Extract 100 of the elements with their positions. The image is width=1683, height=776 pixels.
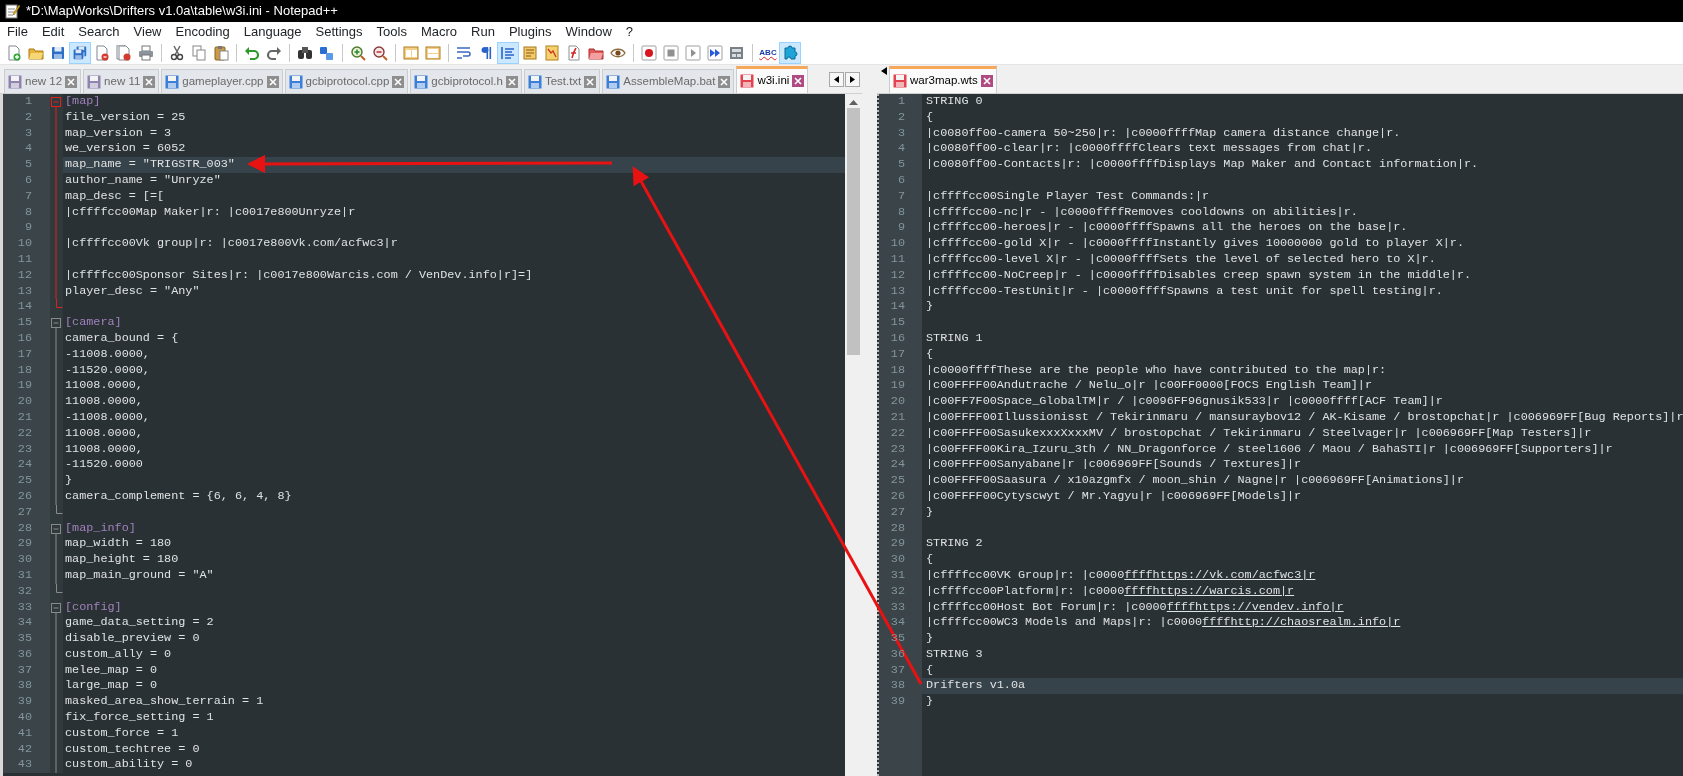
save-all-icon[interactable] <box>72 45 88 61</box>
redo-icon[interactable] <box>266 45 282 61</box>
line-number: 39 <box>3 694 50 711</box>
code-line: masked_area_show_terrain = 1 <box>65 694 264 709</box>
link[interactable]: ffffhttp://chaosrealm.info|r <box>1202 615 1401 630</box>
zoom-out-icon[interactable] <box>372 45 388 61</box>
menu-item[interactable]: Plugins <box>501 22 559 42</box>
line-number: 29 <box>889 536 906 553</box>
replace-icon[interactable] <box>319 45 335 61</box>
cut-icon[interactable] <box>169 45 185 61</box>
tab[interactable]: AssembleMap.bat <box>602 69 735 93</box>
search-icon[interactable] <box>297 45 313 61</box>
link[interactable]: ffffhttps://vk.com/acfwc3|r <box>1124 567 1316 582</box>
code-line: custom_techtree = 0 <box>65 741 200 756</box>
new-file-icon[interactable] <box>6 45 22 61</box>
spell-check-button[interactable]: ABC <box>757 42 779 64</box>
line-number: 43 <box>3 757 50 774</box>
close-icon[interactable] <box>792 75 805 87</box>
menu-item[interactable]: Tools <box>369 22 414 42</box>
code-line: STRING 0 <box>926 94 983 108</box>
save-macro-icon[interactable] <box>729 45 745 61</box>
close-icon[interactable] <box>65 75 78 88</box>
paste-icon[interactable] <box>213 45 229 61</box>
document-icon[interactable] <box>522 45 538 61</box>
menu-item[interactable]: Run <box>464 22 502 42</box>
menu-item[interactable]: Window <box>558 22 619 42</box>
copy-icon[interactable] <box>191 45 207 61</box>
scrollbar[interactable] <box>845 94 862 776</box>
close-icon[interactable] <box>718 75 731 88</box>
close-all-icon[interactable] <box>116 45 132 61</box>
document-map-icon[interactable] <box>544 45 560 61</box>
tab[interactable]: new 12 <box>4 69 82 93</box>
save-icon[interactable] <box>50 45 66 61</box>
line-number: 9 <box>3 220 50 237</box>
print-icon[interactable] <box>138 45 154 61</box>
record-icon[interactable] <box>641 45 657 61</box>
fast-forward-icon[interactable] <box>707 45 723 61</box>
menu-item[interactable]: File <box>0 22 35 42</box>
tab[interactable]: gameplayer.cpp <box>161 69 283 93</box>
line-number: 9 <box>896 220 906 237</box>
menu-item[interactable]: Macro <box>413 22 465 42</box>
menu-item[interactable]: Search <box>71 22 127 42</box>
code-line: |c0000ffffThese are the people who have contributed to the map|r: <box>926 362 1387 377</box>
code-line: |c00FFFF00SasukexxxXxxxMV / brostopchat / Tekirinmaru / Steelvager|r |c006969FF[Map Testers]|r <box>926 425 1592 440</box>
scroll-up-icon[interactable] <box>849 99 858 105</box>
scroll-right-button[interactable] <box>845 71 860 87</box>
sync-horizontal-icon[interactable] <box>425 45 441 61</box>
menu-item[interactable]: Settings <box>308 22 370 42</box>
line-number: 1 <box>3 94 50 110</box>
close-icon[interactable] <box>505 75 518 88</box>
folder-icon[interactable] <box>588 45 604 61</box>
line-number: 40 <box>3 710 50 726</box>
link[interactable]: ffffhttps://warcis.com|r <box>1124 583 1295 598</box>
code-line: } <box>926 299 934 314</box>
tab[interactable]: war3map.wts <box>889 66 997 93</box>
menu-item[interactable]: View <box>126 22 169 42</box>
tab[interactable]: new 11 <box>83 69 160 93</box>
menu-item[interactable]: ? <box>618 22 641 42</box>
folder-icon[interactable] <box>28 45 44 61</box>
line-number: 19 <box>889 378 906 395</box>
play-icon[interactable] <box>685 45 701 61</box>
scroll-left-button[interactable] <box>829 71 844 87</box>
line-number: 33 <box>889 599 906 616</box>
word-wrap-icon[interactable] <box>456 45 472 61</box>
close-icon[interactable] <box>980 75 993 87</box>
close-file-icon[interactable] <box>94 45 110 61</box>
tab[interactable]: gcbiprotocol.cpp <box>284 69 409 93</box>
scrollbar-thumb[interactable] <box>847 108 860 355</box>
tab[interactable]: w3i.ini <box>736 66 809 93</box>
caret-icon[interactable] <box>881 67 887 75</box>
code-line: |cffffcc00WC3 Models and Maps|r: |c0000ffffhttp://chaosrealm.info|r <box>926 615 1401 630</box>
stop-icon[interactable] <box>663 45 679 61</box>
menu-item[interactable]: Encoding <box>168 22 237 42</box>
plugin-icon[interactable] <box>782 45 798 61</box>
collapse-icon[interactable] <box>50 315 63 332</box>
line-number: 34 <box>889 615 906 632</box>
code-line: |cffffcc00Single Player Test Commands:|r <box>926 188 1210 203</box>
code-line: |c00FFFF00Illussionisst / Tekirinmaru / mansuraybov12 / AK-Kisame / brostopchat|r |c006969FF[Bug Reports]|r <box>926 409 1683 424</box>
undo-icon[interactable] <box>244 45 260 61</box>
code-line: |cffffcc00-heroes|r - |c0000ffffSpawns all the heroes on the base|r. <box>926 220 1408 235</box>
indent-guide-icon[interactable] <box>500 45 516 61</box>
code-line: |cffffcc00-NoCreep|r - |c0000ffffDisables creep spawn system in the middle|r. <box>926 267 1472 282</box>
line-number: 37 <box>889 662 906 679</box>
code-line: STRING 2 <box>926 536 983 551</box>
tab[interactable]: gcbiprotocol.h <box>410 69 522 93</box>
collapse-icon[interactable] <box>50 94 63 110</box>
link[interactable]: ffffhttps://vendev.info|r <box>1166 599 1344 614</box>
menu-item[interactable]: Language <box>236 22 309 42</box>
function-list-icon[interactable] <box>566 45 582 61</box>
tab[interactable]: Test.txt <box>523 69 601 93</box>
close-icon[interactable] <box>584 75 597 88</box>
close-icon[interactable] <box>266 75 279 88</box>
close-icon[interactable] <box>392 75 405 88</box>
sync-vertical-icon[interactable] <box>403 45 419 61</box>
zoom-in-icon[interactable] <box>350 45 366 61</box>
close-icon[interactable] <box>143 75 156 88</box>
line-number: 25 <box>889 473 906 489</box>
code-line: |c00FFFF00Andutrache / Nelu_o|r |c00FF0000[FOCS English Team]|r <box>926 378 1372 393</box>
code-line: custom_ability = 0 <box>65 757 193 772</box>
menu-item[interactable]: Edit <box>34 22 72 42</box>
